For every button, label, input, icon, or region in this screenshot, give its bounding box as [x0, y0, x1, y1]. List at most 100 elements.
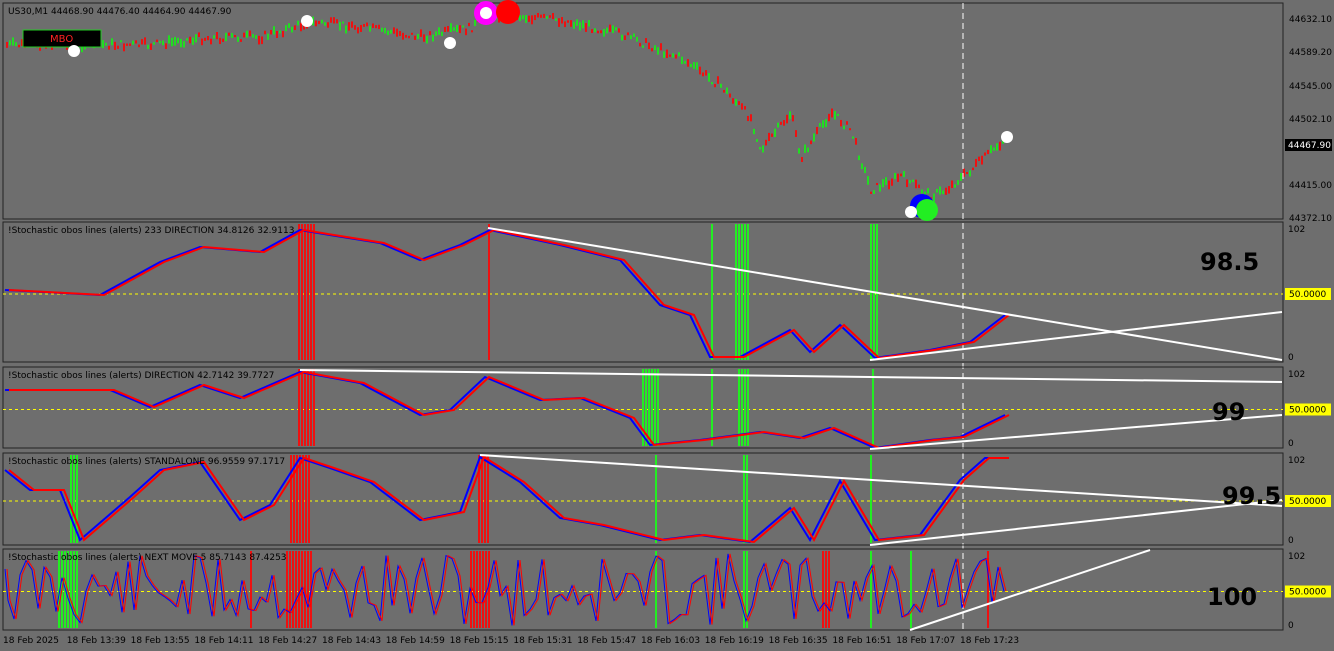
pane-top-label: 102 [1288, 456, 1305, 466]
candle [369, 25, 371, 32]
candle [957, 180, 959, 185]
candle [816, 126, 818, 135]
candle [834, 111, 836, 120]
candle [636, 36, 638, 42]
candle [879, 184, 881, 192]
trading-chart[interactable]: US30,M1 44468.90 44476.40 44464.90 44467… [0, 0, 1334, 651]
candle [819, 123, 821, 127]
candle [129, 43, 131, 46]
candle [870, 191, 872, 194]
candle [114, 41, 116, 50]
candle [597, 30, 599, 34]
candle [159, 41, 161, 44]
candle [681, 56, 683, 65]
candle [936, 188, 938, 193]
candle [180, 38, 182, 48]
candle [687, 59, 689, 67]
candle [909, 180, 911, 184]
candle [222, 38, 224, 42]
candle [579, 22, 581, 31]
candle [111, 38, 113, 46]
candle [888, 180, 890, 190]
marker-circle [444, 37, 456, 49]
candle [651, 48, 653, 52]
candle [351, 21, 353, 28]
pane-top-label: 102 [1288, 225, 1305, 235]
candle [846, 121, 848, 125]
candle [102, 40, 104, 49]
candle [906, 179, 908, 188]
candle [288, 23, 290, 28]
candle [591, 29, 593, 34]
candle [828, 113, 830, 122]
candle [873, 190, 875, 194]
signal-bar [747, 224, 749, 360]
candle [777, 122, 779, 128]
candle [639, 42, 641, 47]
candle [825, 119, 827, 128]
symbol-header: US30,M1 44468.90 44476.40 44464.90 44467… [8, 7, 232, 17]
candle [228, 32, 230, 36]
signal-bar [482, 551, 484, 628]
candle [615, 27, 617, 31]
pane-bottom-label: 0 [1288, 536, 1294, 546]
candle [150, 43, 152, 50]
candle [165, 43, 167, 49]
candle [954, 184, 956, 188]
candle [168, 35, 170, 44]
candle [915, 179, 917, 189]
candle [144, 37, 146, 45]
candle [726, 87, 728, 94]
signal-bar [828, 551, 830, 628]
candle [153, 42, 155, 45]
trend-line [869, 499, 1283, 546]
signal-bar [73, 455, 75, 543]
candle [120, 40, 122, 43]
big-value-label: 99 [1212, 398, 1245, 426]
signal-bar [305, 455, 307, 543]
candle [885, 177, 887, 185]
candle [813, 133, 815, 142]
candle [387, 30, 389, 36]
candle [141, 39, 143, 45]
candle [861, 163, 863, 170]
candle [747, 115, 749, 122]
candle [381, 27, 383, 32]
signal-bar [310, 224, 312, 360]
candle [618, 28, 620, 33]
candle [366, 22, 368, 27]
signal-bar [481, 455, 483, 543]
candle [327, 22, 329, 28]
candle [225, 32, 227, 42]
candle [759, 146, 761, 150]
signal-bar [711, 369, 713, 446]
candle [765, 139, 767, 146]
mbo-box[interactable]: MBO [22, 29, 102, 48]
signal-bar [870, 551, 872, 628]
candle [462, 25, 464, 28]
candle [810, 140, 812, 145]
candle [693, 61, 695, 69]
candle [459, 25, 461, 34]
candle [573, 21, 575, 29]
candle [933, 193, 935, 202]
candle [12, 37, 14, 46]
candle [537, 12, 539, 18]
candle [360, 24, 362, 32]
candle [531, 15, 533, 25]
candle [558, 18, 560, 27]
level-label: 50.0000 [1289, 406, 1326, 416]
candle [903, 171, 905, 178]
candle [189, 36, 191, 44]
candle [891, 178, 893, 186]
pane-bottom-label: 0 [1288, 621, 1294, 631]
candle [273, 26, 275, 35]
candle [729, 93, 731, 98]
candle [714, 83, 716, 88]
candle [798, 148, 800, 154]
big-value-label: 98.5 [1200, 248, 1259, 276]
candle [669, 54, 671, 57]
candle [864, 166, 866, 174]
signal-bar [295, 551, 297, 628]
candle [372, 23, 374, 28]
